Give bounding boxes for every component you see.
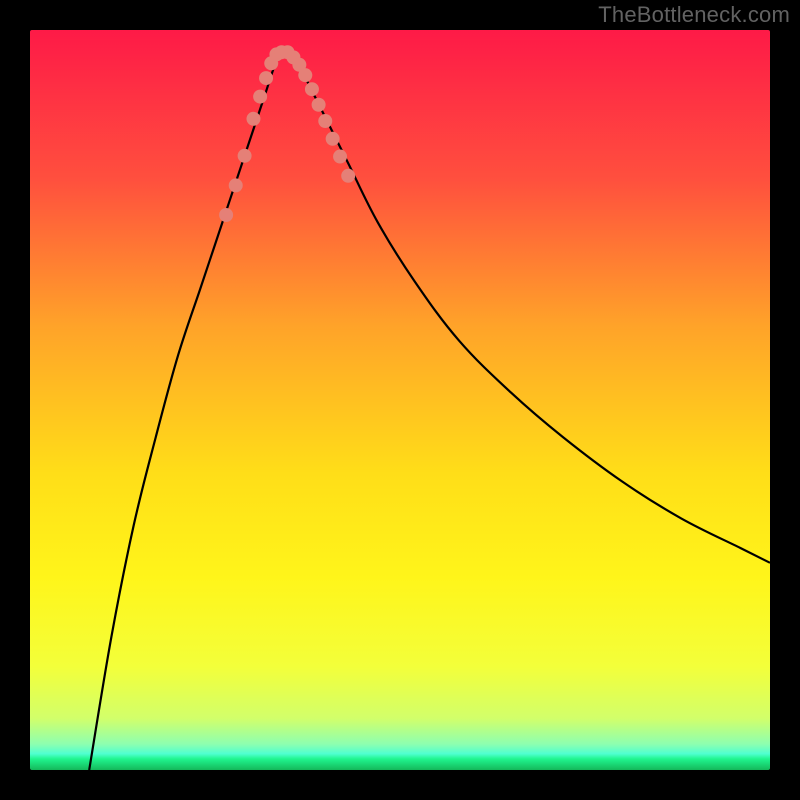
sample-point xyxy=(341,169,355,183)
sample-point xyxy=(259,71,273,85)
sample-point xyxy=(253,90,267,104)
sample-point xyxy=(318,114,332,128)
sample-point xyxy=(219,208,233,222)
sample-point xyxy=(229,178,243,192)
chart-svg xyxy=(30,30,770,770)
attribution-label: TheBottleneck.com xyxy=(598,2,790,28)
plot-area xyxy=(30,30,770,770)
sample-point xyxy=(312,98,326,112)
sample-point xyxy=(298,68,312,82)
chart-stage: TheBottleneck.com xyxy=(0,0,800,800)
sample-point xyxy=(326,132,340,146)
sample-point xyxy=(238,149,252,163)
sample-point xyxy=(246,112,260,126)
background-rect xyxy=(30,30,770,770)
sample-point xyxy=(305,82,319,96)
sample-point xyxy=(333,150,347,164)
